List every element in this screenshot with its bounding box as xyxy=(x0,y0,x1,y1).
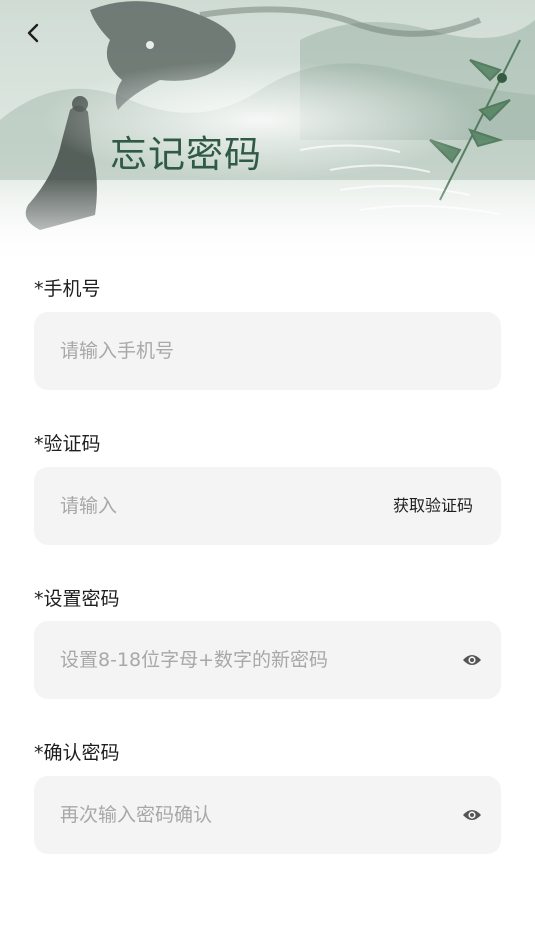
ink-wash-landscape-image xyxy=(0,0,535,270)
phone-input[interactable] xyxy=(60,312,475,390)
eye-icon xyxy=(463,655,481,665)
eye-icon xyxy=(463,810,481,820)
confirm-password-input[interactable] xyxy=(60,776,455,854)
confirm-password-field[interactable] xyxy=(34,776,501,854)
code-label: *验证码 xyxy=(34,433,101,455)
confirm-password-label: *确认密码 xyxy=(34,742,120,764)
page-title: 忘记密码 xyxy=(110,133,262,176)
phone-field[interactable] xyxy=(34,312,501,390)
chevron-left-icon xyxy=(27,23,39,43)
password-input[interactable] xyxy=(60,621,455,699)
phone-label: *手机号 xyxy=(34,278,101,300)
code-input[interactable] xyxy=(60,467,350,545)
code-field[interactable]: 获取验证码 xyxy=(34,467,501,545)
password-label: *设置密码 xyxy=(34,588,120,610)
header-illustration xyxy=(0,0,535,270)
password-field[interactable] xyxy=(34,621,501,699)
confirm-password-visibility-toggle[interactable] xyxy=(461,805,483,825)
back-button[interactable] xyxy=(18,18,48,48)
get-code-button[interactable]: 获取验证码 xyxy=(393,467,473,545)
password-visibility-toggle[interactable] xyxy=(461,650,483,670)
